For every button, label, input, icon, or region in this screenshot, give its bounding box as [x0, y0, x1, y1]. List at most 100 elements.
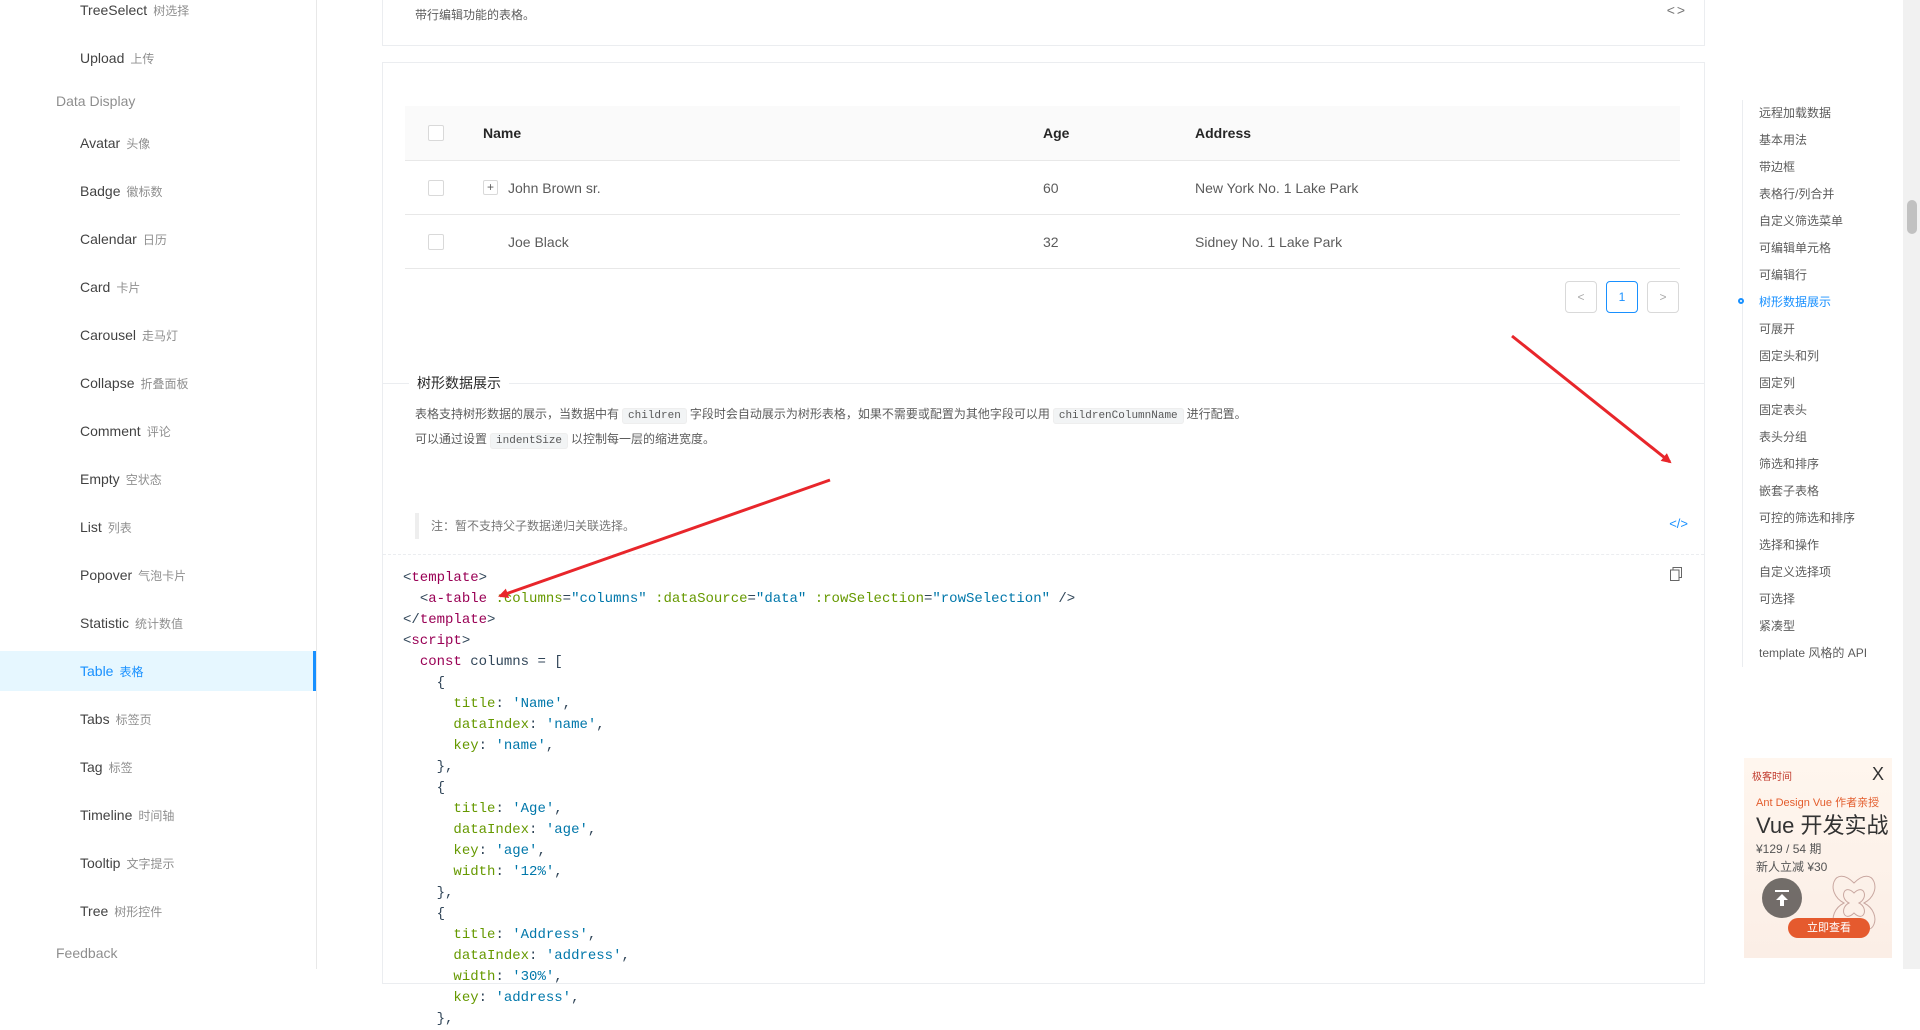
code-token: title	[453, 696, 496, 712]
sidebar-item-zh: 文字提示	[126, 857, 175, 871]
scrollbar[interactable]	[1903, 0, 1920, 969]
sidebar-item-badge[interactable]: Badge 徽标数	[0, 171, 316, 211]
close-icon[interactable]: X	[1872, 764, 1884, 785]
anchor-link[interactable]: template 风格的 API	[1743, 640, 1873, 667]
code-divider	[383, 554, 1704, 555]
column-header-name[interactable]: Name	[483, 106, 521, 160]
sidebar-item-timeline[interactable]: Timeline 时间轴	[0, 795, 316, 835]
sidebar-item-statistic[interactable]: Statistic 统计数值	[0, 603, 316, 643]
code-token: key	[453, 990, 479, 1006]
anchor-link[interactable]: 固定列	[1743, 370, 1873, 397]
column-header-address[interactable]: Address	[1195, 106, 1251, 160]
sidebar-item-label: Tabs	[80, 711, 110, 727]
sidebar-item-empty[interactable]: Empty 空状态	[0, 459, 316, 499]
anchor-link[interactable]: 远程加载数据	[1743, 100, 1873, 127]
name-cell: + John Brown sr.	[483, 161, 601, 215]
sidebar-item-label: Card	[80, 279, 111, 295]
ad-view-button[interactable]: 立即查看	[1788, 918, 1870, 938]
sidebar-item-tooltip[interactable]: Tooltip 文字提示	[0, 843, 316, 883]
anchor-link[interactable]: 可选择	[1743, 586, 1873, 613]
sidebar-item-zh: 树选择	[153, 4, 190, 18]
anchor-link[interactable]: 嵌套子表格	[1743, 478, 1873, 505]
anchor-link[interactable]: 选择和操作	[1743, 532, 1873, 559]
sidebar-item-label: Tag	[80, 759, 103, 775]
row-checkbox[interactable]	[428, 234, 444, 250]
anchor-link[interactable]: 基本用法	[1743, 127, 1873, 154]
table-row: + John Brown sr. 60 New York No. 1 Lake …	[405, 161, 1680, 215]
sidebar-group-feedback: Feedback	[56, 945, 118, 961]
anchor-link[interactable]: 可展开	[1743, 316, 1873, 343]
column-header-age[interactable]: Age	[1043, 106, 1069, 160]
sidebar-item-tag[interactable]: Tag 标签	[0, 747, 316, 787]
back-to-top-button[interactable]	[1762, 878, 1802, 918]
sidebar-item-card[interactable]: Card 卡片	[0, 267, 316, 307]
anchor-link[interactable]: 可编辑行	[1743, 262, 1873, 289]
sidebar-item-calendar[interactable]: Calendar 日历	[0, 219, 316, 259]
flower-illustration	[1832, 875, 1876, 931]
code-token: script	[411, 633, 462, 649]
code-token: dataIndex	[453, 822, 530, 838]
anchor-link[interactable]: 可编辑单元格	[1743, 235, 1873, 262]
sidebar-item-treeselect[interactable]: TreeSelect 树选择	[0, 0, 316, 30]
ad-title: Vue 开发实战	[1756, 813, 1889, 838]
pagination-prev-button[interactable]: <	[1565, 281, 1597, 313]
sidebar-item-avatar[interactable]: Avatar 头像	[0, 123, 316, 163]
anchor-link[interactable]: 树形数据展示	[1738, 289, 1873, 316]
code-token: 'Address'	[512, 927, 588, 943]
desc-text: 进行配置。	[1186, 407, 1247, 421]
demo-description-line-1: 表格支持树形数据的展示，当数据中有 children 字段时会自动展示为树形表格，如…	[415, 405, 1247, 424]
sidebar-item-tree[interactable]: Tree 树形控件	[0, 891, 316, 931]
copy-icon[interactable]	[1670, 567, 1682, 581]
sidebar-item-list[interactable]: List 列表	[0, 507, 316, 547]
pagination-page-1[interactable]: 1	[1606, 281, 1638, 313]
sidebar-item-label: Popover	[80, 567, 133, 583]
desc-text: 表格支持树形数据的展示，当数据中有	[415, 407, 620, 421]
demo-title: 树形数据展示	[409, 373, 509, 393]
sidebar-item-zh: 走马灯	[142, 329, 179, 343]
anchor-link[interactable]: 可控的筛选和排序	[1743, 505, 1873, 532]
row-checkbox[interactable]	[428, 180, 444, 196]
code-token: dataIndex	[453, 717, 530, 733]
previous-demo-code-icon[interactable]: < >	[1667, 2, 1685, 18]
anchor-link[interactable]: 固定头和列	[1743, 343, 1873, 370]
ad-price: ¥129 / 54 期	[1756, 842, 1822, 856]
sidebar-item-label: Collapse	[80, 375, 135, 391]
code-token: key	[453, 738, 479, 754]
sidebar-item-table[interactable]: Table 表格	[0, 651, 316, 691]
pagination-next-button[interactable]: >	[1647, 281, 1679, 313]
anchor-link[interactable]: 自定义选择项	[1743, 559, 1873, 586]
sidebar-item-comment[interactable]: Comment 评论	[0, 411, 316, 451]
sidebar-item-tabs[interactable]: Tabs 标签页	[0, 699, 316, 739]
desc-text: 可以通过设置	[415, 432, 488, 446]
ad-banner[interactable]: 极客时间 X Ant Design Vue 作者亲授 Vue 开发实战 ¥129…	[1744, 758, 1892, 958]
sidebar-item-label: Avatar	[80, 135, 121, 151]
sidebar-item-label: Badge	[80, 183, 121, 199]
anchor-link[interactable]: 筛选和排序	[1743, 451, 1873, 478]
sidebar-item-upload[interactable]: Upload 上传	[0, 38, 316, 78]
sidebar-item-popover[interactable]: Popover 气泡卡片	[0, 555, 316, 595]
code-token: title	[453, 927, 496, 943]
anchor-link[interactable]: 表格行/列合并	[1743, 181, 1873, 208]
code-token: columns	[470, 654, 530, 670]
code-children: children	[622, 408, 687, 424]
sidebar-item-carousel[interactable]: Carousel 走马灯	[0, 315, 316, 355]
code-token: 'age'	[545, 822, 588, 838]
demo-description-line-2: 可以通过设置 indentSize 以控制每一层的缩进宽度。	[415, 430, 715, 449]
sidebar-item-zh: 表格	[119, 665, 144, 679]
anchor-link[interactable]: 自定义筛选菜单	[1743, 208, 1873, 235]
anchor-link[interactable]: 表头分组	[1743, 424, 1873, 451]
anchor-link[interactable]: 固定表头	[1743, 397, 1873, 424]
code-indent-size: indentSize	[490, 433, 569, 449]
toggle-code-icon[interactable]: </>	[1669, 516, 1688, 531]
sidebar-item-zh: 时间轴	[138, 809, 175, 823]
sidebar-item-collapse[interactable]: Collapse 折叠面板	[0, 363, 316, 403]
anchor-link[interactable]: 带边框	[1743, 154, 1873, 181]
table-row: Joe Black 32 Sidney No. 1 Lake Park	[405, 215, 1680, 269]
code-token: dataIndex	[453, 948, 530, 964]
code-token: 'name'	[545, 717, 597, 733]
scrollbar-thumb[interactable]	[1907, 200, 1917, 234]
expand-row-button[interactable]: +	[483, 180, 498, 195]
select-all-checkbox[interactable]	[428, 125, 444, 141]
sidebar-item-label: TreeSelect	[80, 2, 148, 18]
anchor-link[interactable]: 紧凑型	[1743, 613, 1873, 640]
